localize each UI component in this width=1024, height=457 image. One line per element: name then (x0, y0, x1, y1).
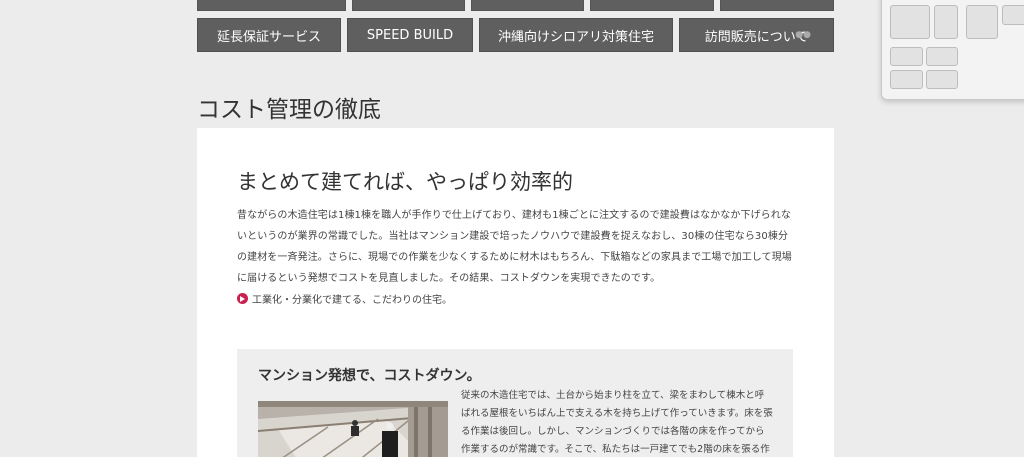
nav-button-termite[interactable]: 沖縄向けシロアリ対策住宅 (479, 18, 673, 52)
nav-button-partial[interactable] (471, 0, 584, 11)
page: 延長保証サービス SPEED BUILD 沖縄向けシロアリ対策住宅 訪問販売につ… (0, 0, 1024, 457)
overlay-tile[interactable] (926, 70, 958, 89)
card-body: 昔ながらの木造住宅は1棟1棟を職人が手作りで仕上げており、建材も1棟ごとに注文す… (237, 210, 792, 284)
feature-text: 従来の木造住宅では、土台から始まり柱を立て、梁をまわして棟木と呼ばれる屋根をいち… (461, 390, 773, 455)
nav-button-partial[interactable] (352, 0, 465, 11)
nav-button-label: 訪問販売について (704, 29, 809, 45)
overlay-tile[interactable] (890, 70, 923, 89)
overlay-tile[interactable] (890, 5, 930, 39)
section-title: コスト管理の徹底 (197, 97, 381, 123)
feature-box: マンション発想で、コストダウン。 従来の木造住宅では、土台から始まり柱を立て、梁… (237, 349, 793, 457)
feature-heading: マンション発想で、コストダウン。 (258, 368, 481, 384)
play-circle-icon (237, 293, 248, 304)
craftsmanship-link[interactable]: 工業化・分業化で建てる、こだわりの住宅。 (237, 291, 452, 306)
nav-row: 延長保証サービス SPEED BUILD 沖縄向けシロアリ対策住宅 訪問販売につ… (197, 18, 834, 52)
nav-button-label: SPEED BUILD (366, 27, 454, 43)
nav-button-partial[interactable] (590, 0, 714, 11)
nav-row-top (197, 0, 834, 12)
overlay-tile[interactable] (934, 5, 958, 39)
nav-button-label: 沖縄向けシロアリ対策住宅 (497, 29, 654, 45)
nav-button-partial[interactable] (197, 0, 346, 11)
overlay-widget[interactable] (881, 0, 1024, 100)
nav-button-partial[interactable] (720, 0, 834, 11)
nav-button-warranty[interactable]: 延長保証サービス (197, 18, 341, 52)
nav-button-label: 延長保証サービス (216, 29, 321, 45)
more-icon: ●● (795, 30, 811, 40)
overlay-tile[interactable] (1002, 5, 1024, 25)
nav-button-speed-build[interactable]: SPEED BUILD (347, 18, 473, 52)
link-label: 工業化・分業化で建てる、こだわりの住宅。 (252, 295, 452, 306)
card-heading: まとめて建てれば、やっぱり効率的 (237, 170, 573, 194)
content-card: まとめて建てれば、やっぱり効率的 昔ながらの木造住宅は1棟1棟を職人が手作りで仕… (197, 128, 834, 457)
nav-button-door-to-door[interactable]: 訪問販売について ●● (679, 18, 834, 52)
overlay-tile[interactable] (966, 5, 998, 39)
overlay-tile[interactable] (890, 47, 923, 66)
construction-photo (258, 401, 448, 457)
overlay-tile[interactable] (926, 47, 958, 66)
